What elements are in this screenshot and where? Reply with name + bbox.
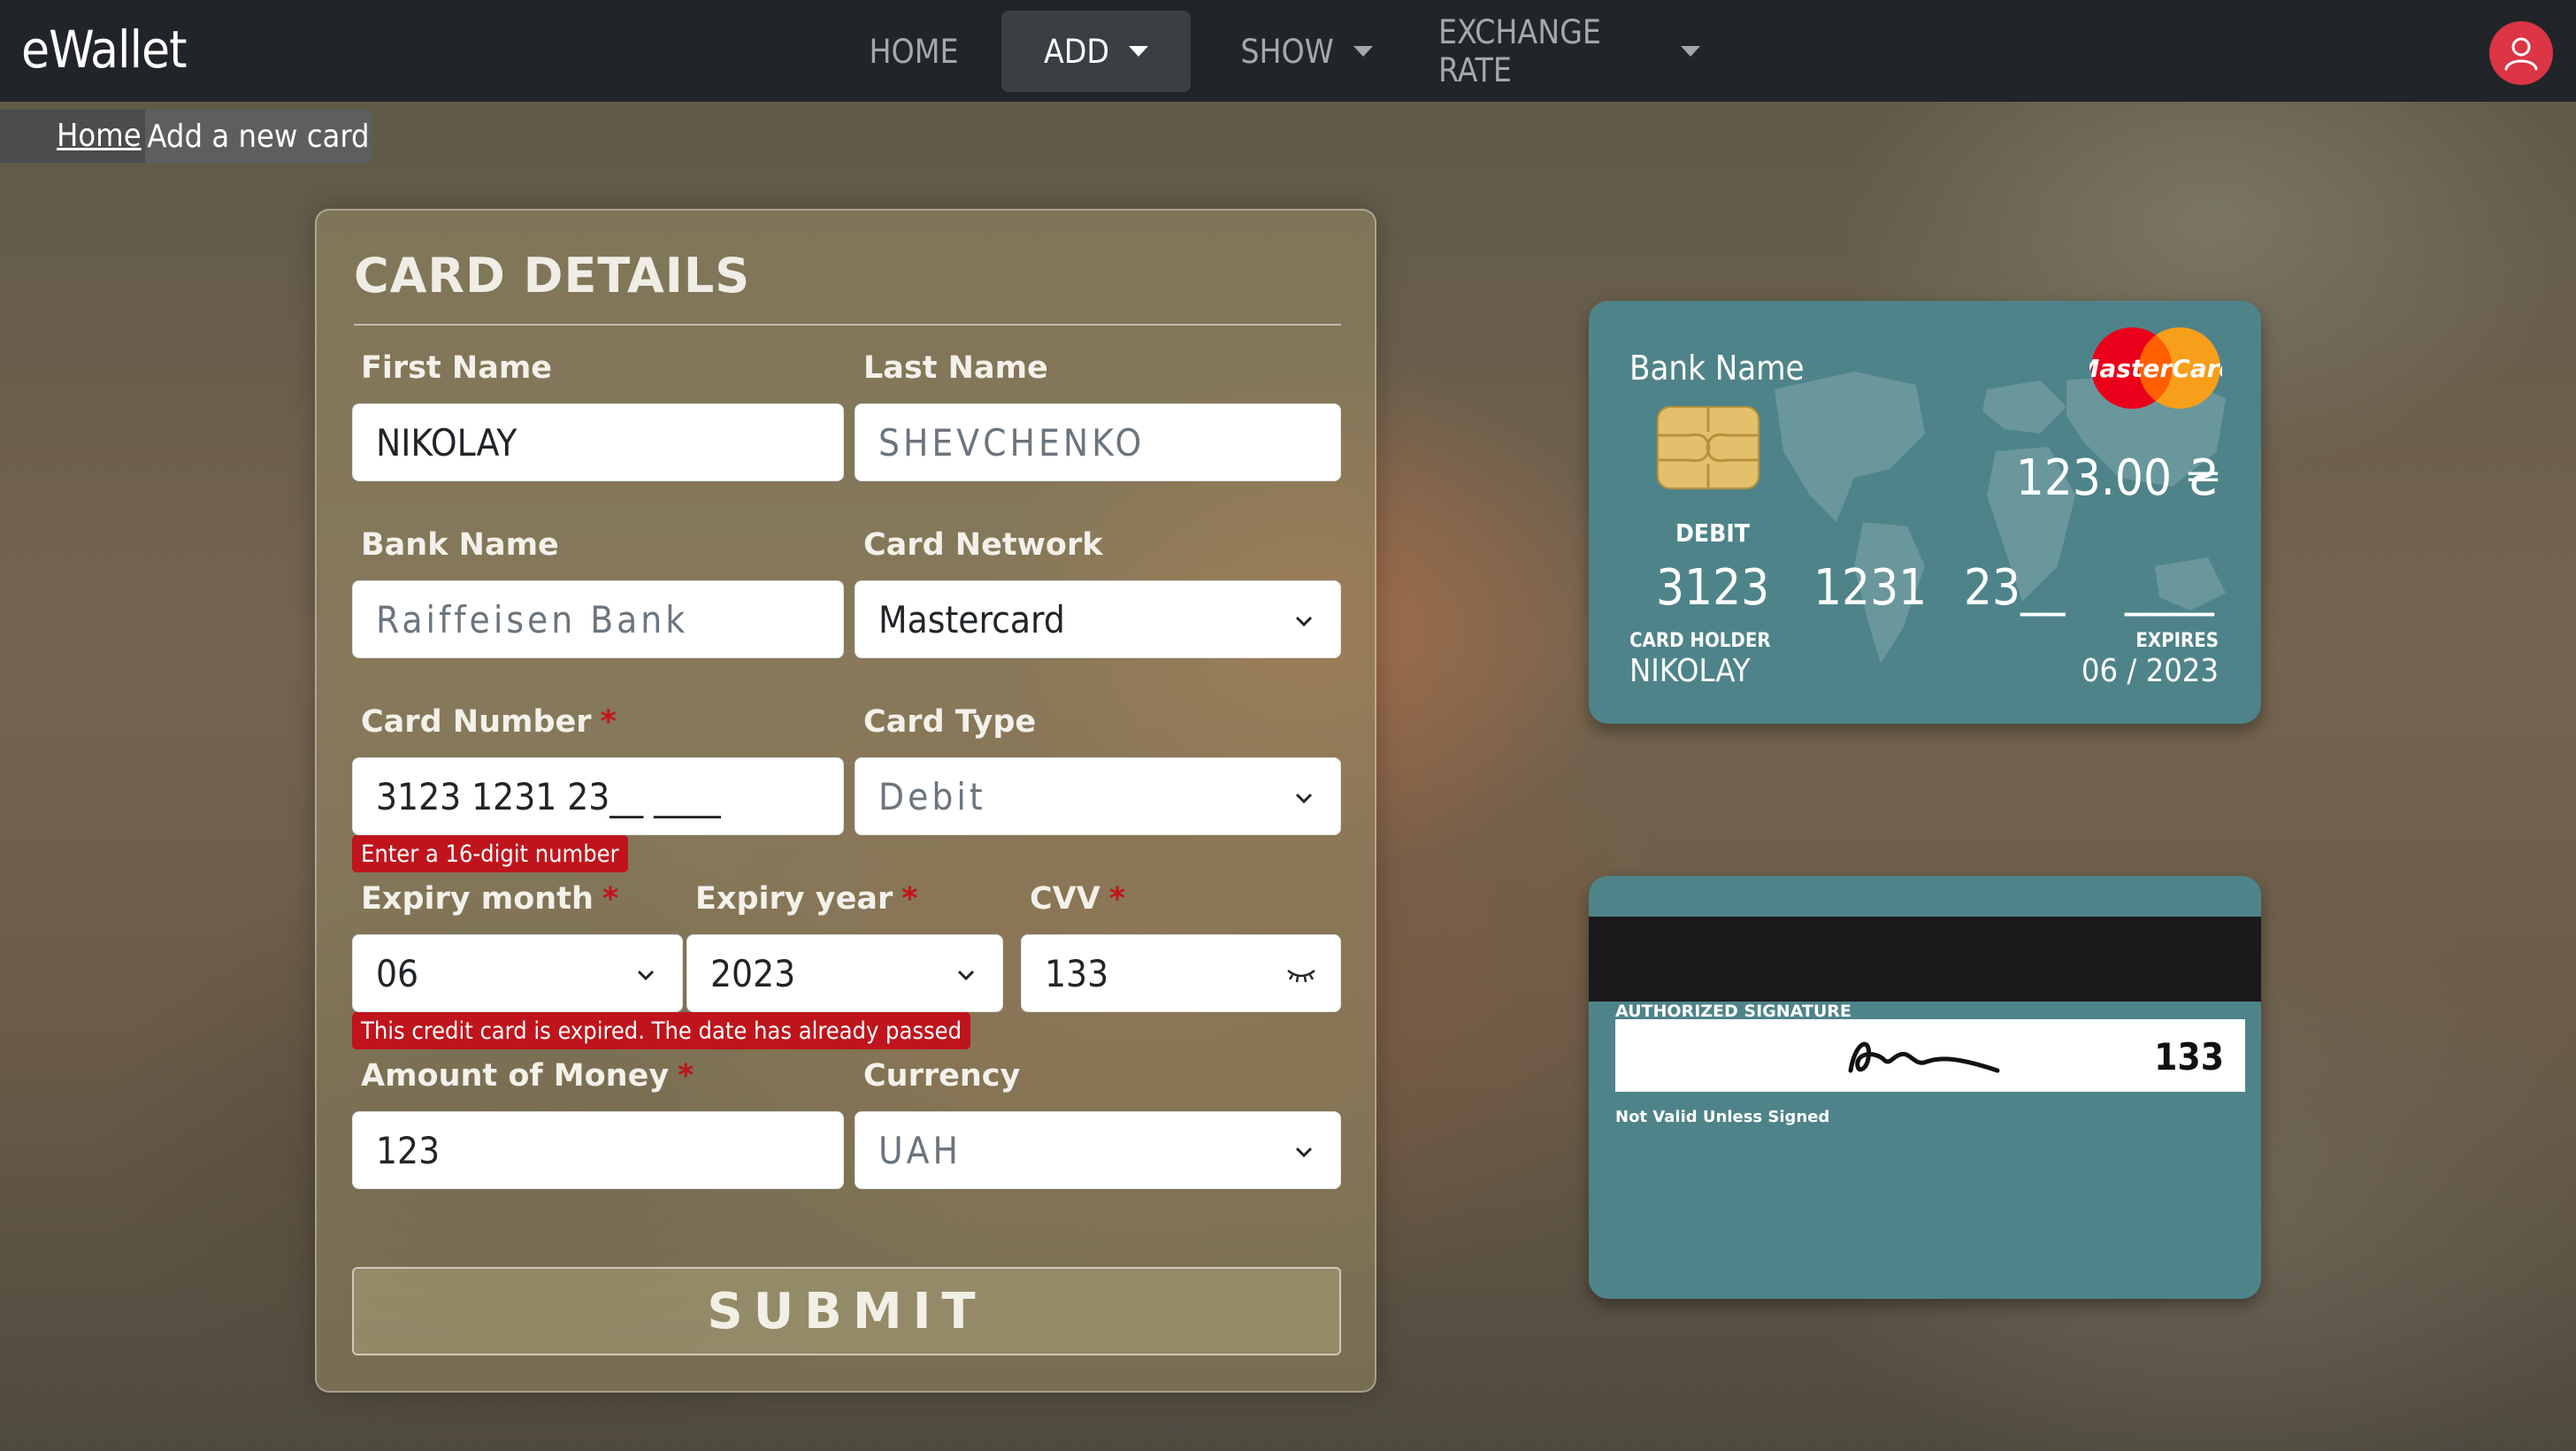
breadcrumb: Home Add a new card (0, 110, 372, 163)
title-divider (354, 324, 1341, 326)
last-name-input[interactable]: SHEVCHENKO (855, 403, 1341, 481)
card-number-group-3: 23__ (1964, 559, 2066, 617)
required-asterisk: * (600, 704, 617, 740)
expiry-month-select[interactable]: 06 (352, 934, 683, 1012)
first-name-input[interactable]: NIKOLAY (352, 403, 844, 481)
chevron-down-icon (1295, 793, 1313, 804)
card-type-select[interactable]: Debit (855, 757, 1341, 835)
card-back-preview: AUTHORIZED SIGNATURE 133 Not Valid Unles… (1589, 876, 2261, 1299)
back-cvv-value: 133 (2154, 1035, 2224, 1079)
cvv-value: 133 (1045, 951, 1109, 995)
nav-show-label: SHOW (1240, 32, 1334, 71)
card-details-form: CARD DETAILS First Name NIKOLAY Last Nam… (315, 209, 1376, 1393)
expiry-year-value: 2023 (710, 951, 796, 995)
card-network-value: Mastercard (878, 597, 1065, 641)
bank-name-label: Bank Name (361, 527, 559, 563)
required-asterisk: * (678, 1058, 694, 1094)
required-asterisk: * (1108, 881, 1126, 917)
card-bank-name: Bank Name (1629, 349, 1805, 388)
expiry-month-value: 06 (376, 951, 419, 995)
eye-closed-icon[interactable] (1285, 963, 1317, 985)
card-balance: 123.00 ₴ (2015, 449, 2220, 507)
chevron-down-icon (957, 970, 975, 981)
expiry-month-label-text: Expiry month (361, 881, 594, 917)
amount-label: Amount of Money * (361, 1058, 694, 1094)
card-type-text: DEBIT (1675, 518, 1750, 548)
user-avatar-button[interactable] (2489, 21, 2553, 85)
expiry-year-select[interactable]: 2023 (686, 934, 1003, 1012)
required-asterisk: * (602, 881, 619, 917)
card-number-input[interactable]: 3123 1231 23__ ____ (352, 757, 844, 835)
caret-down-icon (1129, 46, 1149, 57)
card-number-label: Card Number * (361, 704, 617, 740)
user-icon (2504, 37, 2538, 71)
cvv-label: CVV * (1030, 881, 1125, 917)
signature-scribble (1848, 1041, 2000, 1073)
card-front-preview: Bank Name MasterCard 123.00 ₴ DEBIT 3123… (1589, 301, 2261, 724)
card-expires-label: EXPIRES (2135, 630, 2219, 652)
nav-add-label: ADD (1043, 32, 1110, 71)
chip-icon (1657, 406, 1760, 489)
nav-show-dropdown[interactable]: SHOW (1224, 11, 1389, 92)
cvv-label-text: CVV (1030, 881, 1100, 917)
required-asterisk: * (901, 881, 918, 917)
card-number-error: Enter a 16-digit number (352, 835, 628, 872)
card-number-group-4: ____ (2125, 559, 2214, 617)
nav-exchange-rate-label: EXCHANGE RATE (1438, 13, 1601, 89)
caret-down-icon (1681, 46, 1700, 57)
submit-button[interactable]: SUBMIT (352, 1267, 1341, 1355)
currency-label: Currency (863, 1058, 1021, 1094)
mastercard-logo-icon: MasterCard (2089, 327, 2222, 409)
bank-name-input[interactable]: Raiffeisen Bank (352, 580, 844, 658)
card-type-label: Card Type (863, 704, 1037, 740)
breadcrumb-home-link[interactable]: Home (57, 118, 142, 154)
amount-label-text: Amount of Money (361, 1058, 670, 1094)
breadcrumb-current: Add a new card (145, 110, 372, 163)
card-network-select[interactable]: Mastercard (855, 580, 1341, 658)
chevron-down-icon (637, 970, 655, 981)
card-network-label: Card Network (863, 527, 1103, 563)
nav-home[interactable]: HOME (849, 11, 978, 92)
signature-label: AUTHORIZED SIGNATURE (1615, 1002, 1852, 1021)
last-name-label: Last Name (863, 350, 1048, 386)
magnetic-stripe (1589, 917, 2261, 1002)
caret-down-icon (1353, 46, 1373, 57)
expiry-year-label: Expiry year * (695, 881, 918, 917)
currency-select[interactable]: UAH (855, 1111, 1341, 1189)
first-name-label: First Name (361, 350, 553, 386)
nav-home-label: HOME (869, 32, 959, 71)
nav-exchange-rate-dropdown[interactable]: EXCHANGE RATE (1438, 11, 1700, 92)
card-holder-label: CARD HOLDER (1629, 630, 1771, 652)
amount-input[interactable]: 123 (352, 1111, 844, 1189)
not-valid-note: Not Valid Unless Signed (1615, 1108, 1830, 1126)
nav-add-dropdown[interactable]: ADD (1001, 11, 1191, 92)
top-navbar: eWallet HOME ADD SHOW EXCHANGE RATE (0, 0, 2576, 102)
svg-text:MasterCard: MasterCard (2089, 354, 2222, 383)
card-number-group-2: 1231 (1813, 559, 1928, 617)
cvv-input[interactable]: 133 (1021, 934, 1341, 1012)
signature-box: 133 (1615, 1019, 2245, 1092)
currency-value: UAH (878, 1128, 962, 1172)
chevron-down-icon (1295, 616, 1313, 627)
form-title: CARD DETAILS (354, 248, 751, 303)
card-number-group-1: 3123 (1656, 559, 1770, 617)
card-number-label-text: Card Number (361, 704, 592, 740)
brand-logo[interactable]: eWallet (21, 19, 188, 80)
expiry-year-label-text: Expiry year (695, 881, 893, 917)
card-expires-value: 06 / 2023 (2081, 653, 2219, 689)
card-holder-name: NIKOLAY (1629, 653, 1751, 689)
card-type-value: Debit (878, 774, 986, 818)
chevron-down-icon (1295, 1147, 1313, 1158)
expiry-error: This credit card is expired. The date ha… (352, 1012, 971, 1049)
expiry-month-label: Expiry month * (361, 881, 618, 917)
